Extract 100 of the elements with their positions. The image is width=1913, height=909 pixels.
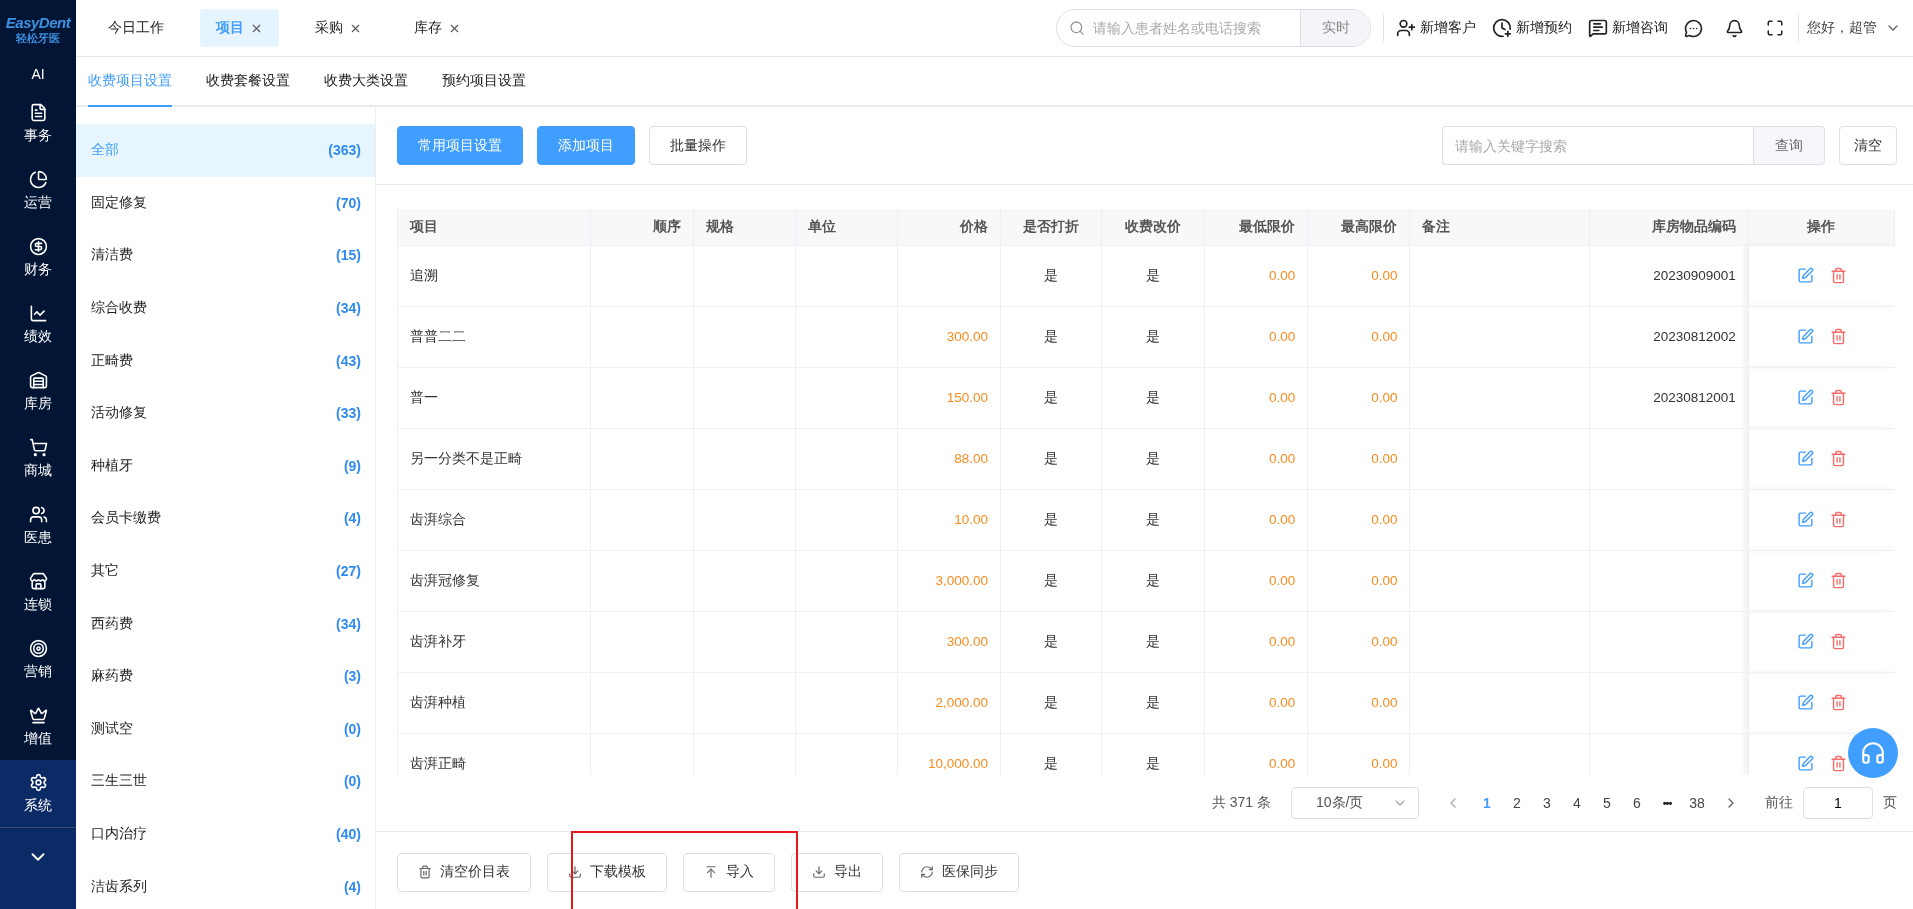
- more-pages-button[interactable]: •••: [1655, 797, 1679, 809]
- nav-item[interactable]: 系统: [0, 760, 76, 827]
- page-tab[interactable]: 库存: [398, 9, 477, 47]
- page-tab[interactable]: 采购: [299, 9, 378, 47]
- trash-icon[interactable]: [1829, 755, 1847, 772]
- bottom-action-button[interactable]: 下载模板: [547, 852, 667, 892]
- table-cell: 普一: [410, 389, 438, 405]
- page-button[interactable]: 3: [1535, 795, 1559, 811]
- trash-icon[interactable]: [1829, 450, 1847, 467]
- bottom-action-button[interactable]: 医保同步: [899, 852, 1019, 892]
- category-name: 洁齿系列: [91, 877, 147, 896]
- trash-icon[interactable]: [1829, 572, 1847, 589]
- page-button[interactable]: 4: [1565, 795, 1589, 811]
- table-cell: 另一分类不是正畸: [410, 450, 522, 466]
- edit-icon[interactable]: [1796, 755, 1814, 772]
- trash-icon[interactable]: [1829, 511, 1847, 528]
- nav-item[interactable]: 商城: [0, 425, 76, 492]
- table-cell: 0.00: [1269, 695, 1296, 710]
- nav-expand-button[interactable]: [0, 827, 76, 909]
- edit-icon[interactable]: [1796, 633, 1814, 650]
- table-cell: 是: [1146, 389, 1161, 405]
- fullscreen-icon[interactable]: [1766, 19, 1784, 37]
- page-tab[interactable]: 今日工作: [92, 9, 180, 47]
- page-button[interactable]: 6: [1625, 795, 1649, 811]
- edit-icon[interactable]: [1796, 328, 1814, 345]
- download-icon: [568, 865, 582, 880]
- edit-icon[interactable]: [1796, 511, 1814, 528]
- column-header: 备注: [1409, 209, 1590, 245]
- trash-icon[interactable]: [1829, 267, 1847, 284]
- bottom-action-button[interactable]: 清空价目表: [397, 852, 531, 892]
- category-name: 活动修复: [91, 404, 147, 423]
- table-cell: 20230909001: [1653, 268, 1736, 283]
- user-menu[interactable]: 您好，超管: [1807, 19, 1913, 37]
- upload-icon: [704, 865, 718, 880]
- table-cell: 0.00: [1371, 512, 1398, 527]
- clock-plus-icon: [1492, 18, 1512, 38]
- edit-icon[interactable]: [1796, 694, 1814, 711]
- table-cell: 0.00: [1371, 390, 1398, 405]
- category-name: 固定修复: [91, 193, 147, 212]
- nav-item[interactable]: 运营: [0, 157, 76, 224]
- trash-icon[interactable]: [1829, 389, 1847, 406]
- nav-item[interactable]: 医患: [0, 492, 76, 559]
- category-name: 测试空: [91, 719, 133, 738]
- table-cell: 3,000.00: [935, 573, 989, 588]
- edit-icon[interactable]: [1796, 267, 1814, 284]
- category-name: 麻药费: [91, 667, 133, 686]
- page-size-select[interactable]: 10条/页: [1291, 787, 1419, 819]
- settings-icon: [28, 772, 48, 792]
- chat-icon[interactable]: [1684, 18, 1703, 38]
- ai-link[interactable]: AI: [0, 60, 76, 90]
- settings-tab[interactable]: 预约项目设置: [442, 57, 526, 107]
- table-cell: 20230812001: [1653, 390, 1736, 405]
- table-cell: 是: [1044, 450, 1059, 466]
- keyword-search-field[interactable]: 请输入关键字搜索: [1442, 126, 1753, 165]
- table-cell: 0.00: [1371, 268, 1398, 283]
- clear-button[interactable]: 清空: [1839, 126, 1897, 165]
- table-cell: 是: [1044, 267, 1059, 283]
- edit-icon[interactable]: [1796, 389, 1814, 406]
- table-cell: 是: [1146, 450, 1161, 466]
- column-header: 顺序: [590, 209, 694, 245]
- nav-item[interactable]: 连锁: [0, 559, 76, 626]
- users-icon: [28, 504, 48, 524]
- nav-item[interactable]: 营销: [0, 626, 76, 693]
- edit-icon[interactable]: [1796, 450, 1814, 467]
- column-header: 操作: [1748, 209, 1895, 245]
- query-button[interactable]: 查询: [1753, 126, 1825, 165]
- top-action-button[interactable]: 新增客户: [1396, 18, 1476, 38]
- category-count: (15): [336, 247, 361, 264]
- top-action-button[interactable]: 新增咨询: [1588, 18, 1668, 38]
- nav-label: 库房: [24, 394, 52, 413]
- nav-item[interactable]: 库房: [0, 358, 76, 425]
- trash-icon: [418, 865, 432, 880]
- column-header: 价格: [897, 209, 1001, 245]
- top-action-button[interactable]: 新增预约: [1492, 18, 1572, 38]
- page-button[interactable]: 38: [1685, 795, 1709, 811]
- bottom-action-button[interactable]: 导出: [791, 852, 883, 892]
- nav-item[interactable]: 绩效: [0, 291, 76, 358]
- bottom-action-button[interactable]: 导入: [683, 852, 775, 892]
- table-cell: 2,000.00: [935, 695, 989, 710]
- trash-icon[interactable]: [1829, 694, 1847, 711]
- trash-icon[interactable]: [1829, 633, 1847, 650]
- support-button[interactable]: [1848, 728, 1898, 778]
- nav-item[interactable]: 财务: [0, 224, 76, 291]
- toolbar-button[interactable]: 批量操作: [649, 126, 747, 165]
- nav-item[interactable]: 事务: [0, 90, 76, 157]
- nav-item[interactable]: 增值: [0, 693, 76, 760]
- nav-label: 营销: [24, 662, 52, 681]
- nav-label: 商城: [24, 461, 52, 480]
- category-name: 全部: [91, 141, 119, 160]
- trash-icon[interactable]: [1829, 328, 1847, 345]
- settings-tab[interactable]: 收费大类设置: [324, 57, 408, 107]
- page-input[interactable]: 1: [1803, 787, 1873, 819]
- settings-tab[interactable]: 收费套餐设置: [206, 57, 290, 107]
- page-button[interactable]: 5: [1595, 795, 1619, 811]
- edit-icon[interactable]: [1796, 572, 1814, 589]
- tab-label: 项目: [216, 19, 244, 37]
- bell-icon[interactable]: [1725, 18, 1744, 38]
- page-button[interactable]: 2: [1505, 795, 1529, 811]
- column-header: 最低限价: [1204, 209, 1308, 245]
- table-cell: 追溯: [410, 267, 438, 283]
